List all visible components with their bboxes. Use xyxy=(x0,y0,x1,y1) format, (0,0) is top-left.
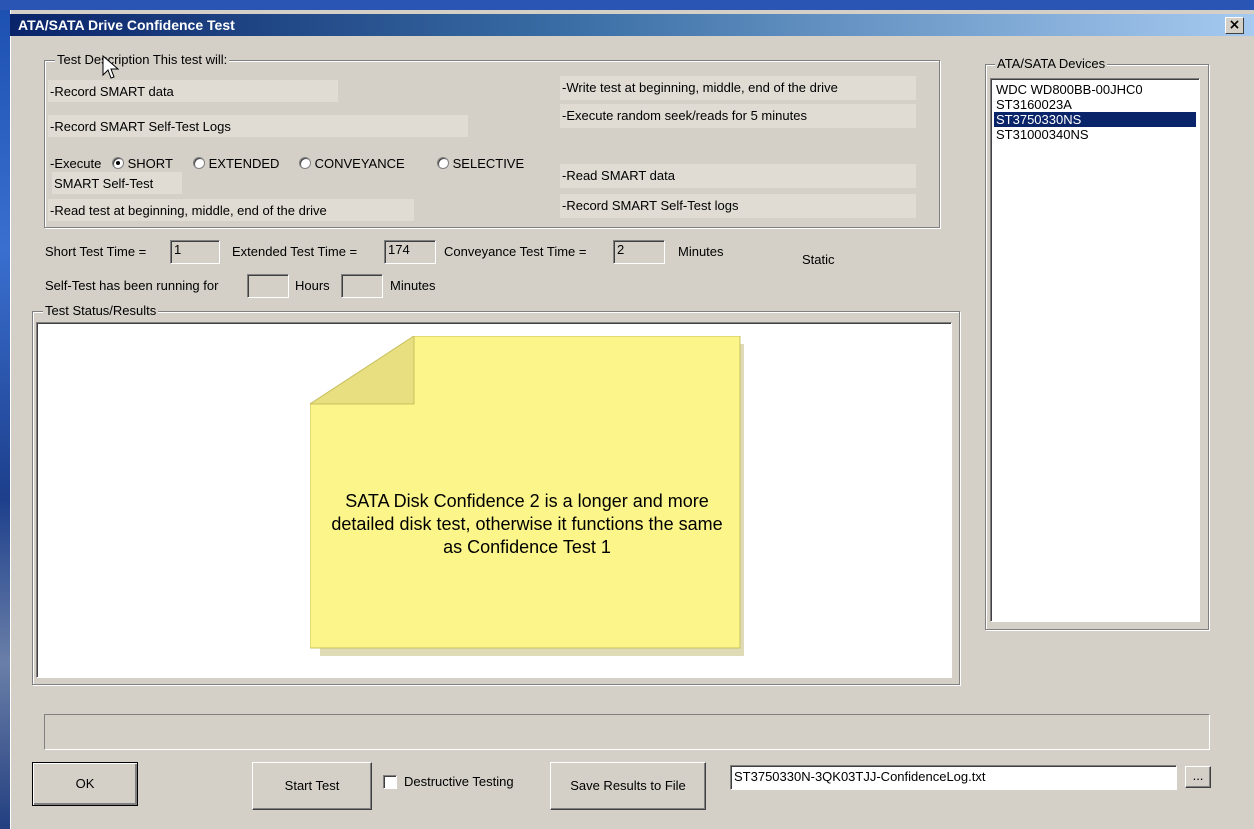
destructive-testing-checkbox[interactable] xyxy=(383,775,397,789)
short-test-time-field[interactable]: 1 xyxy=(170,240,220,264)
destructive-testing-label[interactable]: Destructive Testing xyxy=(404,774,514,789)
self-test-running-label: Self-Test has been running for xyxy=(45,278,219,293)
desc-execute-suffix: SMART Self-Test xyxy=(54,176,154,191)
ok-button[interactable]: OK xyxy=(32,762,138,806)
extended-test-time-field[interactable]: 174 xyxy=(384,240,436,264)
mouse-pointer-icon xyxy=(102,55,120,79)
radio-conveyance[interactable] xyxy=(299,157,311,169)
desc-execute-label: -Execute xyxy=(50,156,102,171)
conveyance-test-time-field[interactable]: 2 xyxy=(613,240,665,264)
device-item[interactable]: ST3160023A xyxy=(994,97,1196,112)
window-title: ATA/SATA Drive Confidence Test xyxy=(18,17,235,33)
radio-extended-wrap: EXTENDED xyxy=(193,156,279,171)
desc-write-test: -Write test at beginning, middle, end of… xyxy=(562,80,838,95)
progress-bar xyxy=(44,714,1210,750)
desc-read-test: -Read test at beginning, middle, end of … xyxy=(50,203,327,218)
radio-selective-label[interactable]: SELECTIVE xyxy=(453,156,525,171)
radio-short[interactable] xyxy=(112,157,124,169)
self-test-type-radio-group: SHORT xyxy=(112,156,173,171)
desc-record-smart: -Record SMART data xyxy=(50,84,174,99)
extended-test-time-label: Extended Test Time = xyxy=(232,244,358,259)
log-filename-field[interactable]: ST3750330N-3QK03TJJ-ConfidenceLog.txt xyxy=(730,765,1177,790)
hours-label: Hours xyxy=(295,278,330,293)
radio-extended[interactable] xyxy=(193,157,205,169)
minutes-field[interactable] xyxy=(341,274,383,298)
save-results-button[interactable]: Save Results to File xyxy=(550,762,706,810)
device-item[interactable]: ST31000340NS xyxy=(994,127,1196,142)
device-item[interactable]: WDC WD800BB-00JHC0 xyxy=(994,82,1196,97)
desc-read-smart: -Read SMART data xyxy=(562,168,675,183)
desktop-background xyxy=(0,0,10,829)
browse-button[interactable]: ... xyxy=(1185,766,1211,788)
static-label: Static xyxy=(802,252,835,267)
desc-record-logs: -Record SMART Self-Test Logs xyxy=(50,119,231,134)
devices-legend: ATA/SATA Devices xyxy=(995,56,1108,71)
close-button[interactable]: × xyxy=(1225,17,1244,34)
radio-conveyance-wrap: CONVEYANCE xyxy=(299,156,405,171)
radio-short-label[interactable]: SHORT xyxy=(128,156,173,171)
short-test-time-label: Short Test Time = xyxy=(45,244,147,259)
hours-field[interactable] xyxy=(247,274,289,298)
radio-selective[interactable] xyxy=(437,157,449,169)
radio-extended-label[interactable]: EXTENDED xyxy=(209,156,280,171)
minutes-running-label: Minutes xyxy=(390,278,436,293)
minutes-label: Minutes xyxy=(678,244,724,259)
desc-record-selftest-logs: -Record SMART Self-Test logs xyxy=(562,198,739,213)
conveyance-test-time-label: Conveyance Test Time = xyxy=(444,244,587,259)
device-item-selected[interactable]: ST3750330NS xyxy=(994,112,1196,127)
desktop-background-top xyxy=(0,0,1254,10)
test-description-legend: Test Description This test will: xyxy=(55,52,230,67)
start-test-button[interactable]: Start Test xyxy=(252,762,372,810)
desc-random-seek: -Execute random seek/reads for 5 minutes xyxy=(562,108,807,123)
device-list[interactable]: WDC WD800BB-00JHC0 ST3160023A ST3750330N… xyxy=(990,78,1200,622)
radio-selective-wrap: SELECTIVE xyxy=(437,156,524,171)
sticky-note-text: SATA Disk Confidence 2 is a longer and m… xyxy=(331,491,723,557)
radio-conveyance-label[interactable]: CONVEYANCE xyxy=(315,156,405,171)
test-results-legend: Test Status/Results xyxy=(43,303,159,318)
